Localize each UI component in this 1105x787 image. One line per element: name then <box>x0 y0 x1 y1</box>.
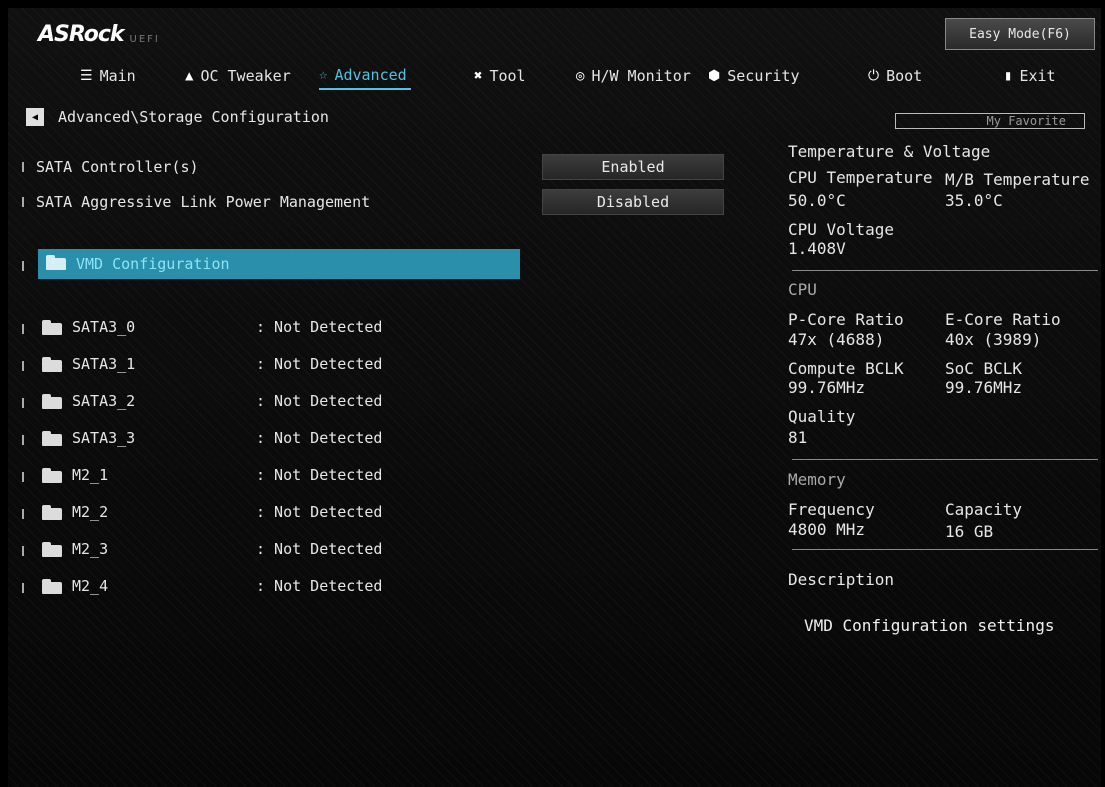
capacity-value: 16 GB <box>945 522 994 541</box>
ecore-value: 40x (3989) <box>945 330 1042 349</box>
list-item[interactable]: SATA3_3 : Not Detected <box>8 426 528 452</box>
shield-icon: ⬢ <box>708 68 721 84</box>
quality-label: Quality <box>788 407 856 426</box>
folder-icon <box>46 255 66 270</box>
folder-icon <box>42 320 62 335</box>
sata-controllers-value[interactable]: Enabled <box>542 154 724 180</box>
brand-sub: UEFI <box>129 34 160 45</box>
list-item[interactable]: SATA3_1 : Not Detected <box>8 352 528 378</box>
exit-icon: ▮ <box>1004 68 1013 84</box>
cpu-temp-value: 50.0°C <box>788 191 846 210</box>
frequency-value: 4800 MHz <box>788 520 866 539</box>
frequency-label: Frequency <box>788 500 875 519</box>
divider <box>792 270 1098 271</box>
bios-screen: ASRock UEFI Easy Mode(F6) ☰ Main ▲ OC Tw… <box>8 8 1101 787</box>
power-icon: ⏻ <box>868 68 880 84</box>
tab-tool[interactable]: ✖ Tool <box>474 62 526 90</box>
main-nav: ☰ Main ▲ OC Tweaker ☆ Advanced ✖ Tool ◎ … <box>8 62 1101 92</box>
tab-exit[interactable]: ▮ Exit <box>1004 62 1056 90</box>
mb-temp-value: 35.0°C <box>945 191 1003 210</box>
cpu-voltage-label: CPU Voltage <box>788 220 894 239</box>
folder-icon <box>42 431 62 446</box>
divider <box>792 549 1098 550</box>
folder-icon <box>42 579 62 594</box>
compute-bclk-label: Compute BCLK <box>788 359 904 378</box>
cpu-heading: CPU <box>788 280 817 299</box>
setting-sata-controllers[interactable]: SATA Controller(s) Enabled <box>8 154 728 180</box>
tab-boot[interactable]: ⏻ Boot <box>868 62 922 90</box>
soc-bclk-value: 99.76MHz <box>945 378 1023 397</box>
pcore-label: P-Core Ratio <box>788 310 904 329</box>
list-item[interactable]: SATA3_2 : Not Detected <box>8 389 528 415</box>
vmd-configuration-label: VMD Configuration <box>76 255 230 273</box>
tab-main[interactable]: ☰ Main <box>80 62 136 90</box>
list-item[interactable]: SATA3_0 : Not Detected <box>8 315 528 341</box>
list-item[interactable]: M2_3 : Not Detected <box>8 537 528 563</box>
description-text: VMD Configuration settings <box>804 616 1055 635</box>
soc-bclk-label: SoC BCLK <box>945 359 1023 378</box>
row-marker <box>22 162 24 172</box>
row-marker <box>22 197 24 207</box>
memory-heading: Memory <box>788 470 846 489</box>
folder-icon <box>42 468 62 483</box>
vmd-configuration-item[interactable]: VMD Configuration <box>38 249 520 279</box>
list-icon: ☰ <box>80 68 93 84</box>
gauge-icon: ◎ <box>576 68 585 84</box>
mb-temp-label: M/B Temperature <box>945 170 1090 189</box>
breadcrumb: ◀ Advanced\Storage Configuration <box>26 108 329 126</box>
folder-icon <box>42 394 62 409</box>
list-item[interactable]: M2_1 : Not Detected <box>8 463 528 489</box>
setting-label: SATA Aggressive Link Power Management <box>36 193 371 211</box>
row-marker <box>22 261 24 271</box>
folder-icon <box>42 542 62 557</box>
back-arrow-icon[interactable]: ◀ <box>26 108 44 126</box>
quality-value: 81 <box>788 428 808 447</box>
brand-name: ASRock <box>38 22 125 47</box>
folder-icon <box>42 505 62 520</box>
easy-mode-button[interactable]: Easy Mode(F6) <box>945 18 1095 50</box>
ecore-label: E-Core Ratio <box>945 310 1061 329</box>
setting-label: SATA Controller(s) <box>36 158 199 176</box>
cpu-voltage-value: 1.408V <box>788 239 846 258</box>
divider <box>792 459 1098 460</box>
compute-bclk-value: 99.76MHz <box>788 378 866 397</box>
cpu-temp-label: CPU Temperature <box>788 168 933 187</box>
description-heading: Description <box>788 570 894 589</box>
tab-security[interactable]: ⬢ Security <box>708 62 799 90</box>
star-icon: ☆ <box>319 67 328 83</box>
setting-sata-alpm[interactable]: SATA Aggressive Link Power Management Di… <box>8 189 728 215</box>
tools-icon: ✖ <box>474 68 483 84</box>
breadcrumb-path: Advanced\Storage Configuration <box>58 108 329 126</box>
tab-advanced[interactable]: ☆ Advanced <box>319 62 411 90</box>
my-favorite-button[interactable]: My Favorite <box>895 113 1085 129</box>
temp-voltage-heading: Temperature & Voltage <box>788 142 991 161</box>
rocket-icon: ▲ <box>185 68 194 84</box>
asrock-logo: ASRock UEFI <box>38 22 160 47</box>
sata-alpm-value[interactable]: Disabled <box>542 189 724 215</box>
list-item[interactable]: M2_2 : Not Detected <box>8 500 528 526</box>
capacity-label: Capacity <box>945 500 1023 519</box>
list-item[interactable]: M2_4 : Not Detected <box>8 574 528 600</box>
pcore-value: 47x (4688) <box>788 330 885 349</box>
tab-oc-tweaker[interactable]: ▲ OC Tweaker <box>185 62 291 90</box>
folder-icon <box>42 357 62 372</box>
tab-hw-monitor[interactable]: ◎ H/W Monitor <box>576 62 691 90</box>
